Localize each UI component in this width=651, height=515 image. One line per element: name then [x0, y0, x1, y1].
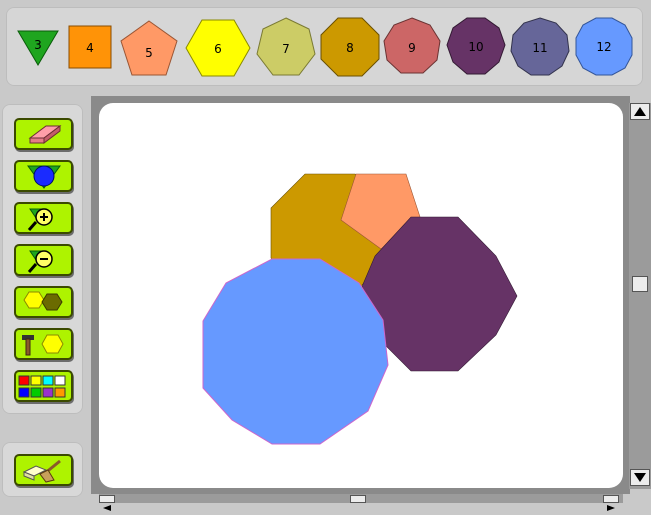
broom-icon	[22, 459, 61, 483]
zoom-out-button[interactable]	[14, 244, 73, 276]
eraser-button[interactable]	[14, 118, 73, 150]
shape-label: 8	[346, 41, 354, 55]
square-shape-button[interactable]: 4	[67, 24, 113, 70]
heptagon-shape-button[interactable]: 7	[255, 16, 317, 78]
eraser-icon	[28, 125, 62, 144]
shape-label: 5	[145, 46, 153, 60]
octagon-shape-button[interactable]: 8	[319, 16, 381, 78]
zoom-out-icon	[27, 250, 53, 273]
color-palette-icon	[18, 375, 66, 398]
hammer-icon	[22, 334, 64, 356]
scroll-up-button[interactable]	[630, 103, 650, 120]
shape-label: 7	[282, 42, 290, 56]
nonagon-shape-button[interactable]: 9	[381, 16, 443, 78]
decagon-shape-button[interactable]: 10	[445, 16, 507, 78]
arrow-up-icon	[634, 107, 646, 116]
triangle-shape-button[interactable]: 3	[15, 27, 61, 67]
arrow-right-icon	[607, 505, 615, 511]
horizontal-scrollbar[interactable]	[99, 494, 623, 511]
hammer-button[interactable]	[14, 328, 73, 360]
shape-label: 10	[468, 40, 483, 54]
canvas-shapes	[202, 173, 518, 445]
duplicate-button[interactable]	[14, 286, 73, 318]
shape-palette-bar: 3 4 5 6 7 8 9 10 11 12	[6, 7, 643, 86]
shape-label: 3	[34, 38, 42, 52]
fill-button[interactable]	[14, 160, 73, 192]
vertical-scrollbar[interactable]	[629, 103, 651, 489]
scroll-thumb[interactable]	[632, 276, 648, 292]
hendecagon-shape-button[interactable]: 11	[509, 16, 571, 78]
scroll-right-button[interactable]	[603, 495, 619, 511]
duplicate-shape-icon	[23, 291, 63, 311]
shape-label: 6	[214, 42, 222, 56]
shape-label: 12	[596, 40, 611, 54]
color-palette-button[interactable]	[14, 370, 73, 402]
dodecagon-shape[interactable]	[202, 258, 389, 445]
dodecagon-shape-button[interactable]: 12	[573, 16, 635, 78]
scroll-left-button[interactable]	[99, 495, 115, 511]
shape-label: 11	[532, 41, 547, 55]
scroll-down-button[interactable]	[630, 469, 650, 486]
clear-canvas-button[interactable]	[14, 454, 73, 486]
shape-label: 4	[86, 41, 94, 55]
hexagon-shape-button[interactable]: 6	[184, 18, 252, 78]
clear-panel	[2, 442, 83, 497]
pentagon-shape-button[interactable]: 5	[118, 18, 180, 78]
fill-shape-icon	[27, 165, 61, 189]
scroll-hthumb[interactable]	[350, 495, 366, 503]
tool-panel	[2, 104, 83, 414]
zoom-in-icon	[27, 208, 53, 231]
shape-label: 9	[408, 41, 416, 55]
arrow-left-icon	[103, 505, 111, 511]
drawing-canvas[interactable]	[99, 103, 623, 488]
zoom-in-button[interactable]	[14, 202, 73, 234]
arrow-down-icon	[634, 473, 646, 482]
